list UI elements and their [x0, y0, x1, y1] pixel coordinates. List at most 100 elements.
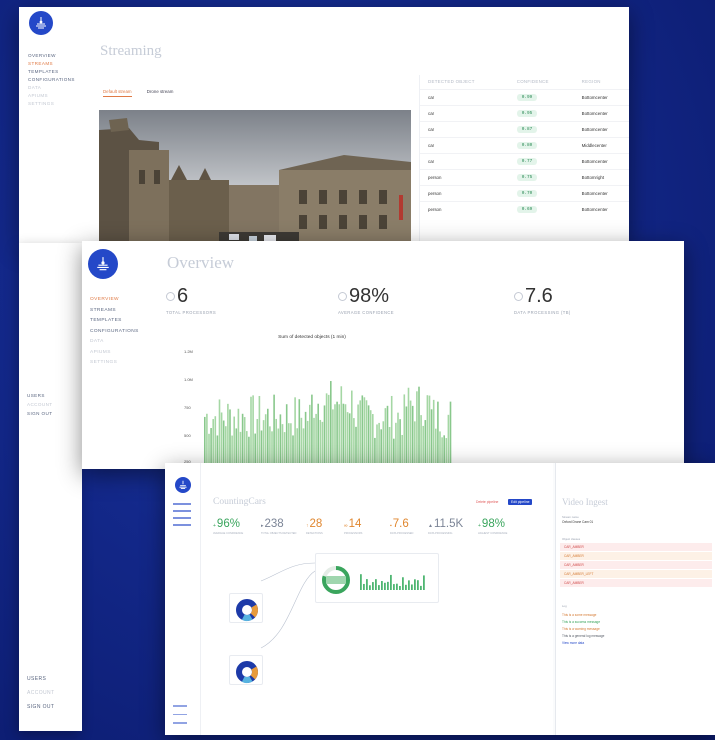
chart-bar	[212, 419, 214, 469]
log-entry: This is a success message	[562, 619, 601, 624]
donut-chart-icon	[236, 599, 258, 621]
confidence-cell: 0.70	[508, 185, 574, 202]
nav-item-overview[interactable]: Overview	[28, 52, 75, 60]
detections-table: Detected object Confidence Region car 0.9…	[420, 75, 629, 217]
chart-bar	[344, 404, 347, 469]
table-row[interactable]: person 0.75 Bottomright	[420, 169, 629, 186]
nav-item-data[interactable]: Data	[28, 84, 75, 92]
mini-bar	[411, 584, 413, 590]
table-row[interactable]: person 0.70 Bottomcenter	[420, 185, 629, 202]
tab-default-stream[interactable]: Default stream	[103, 89, 132, 97]
donut-node-card[interactable]	[229, 593, 263, 623]
nav-item-configurations[interactable]: Configurations	[90, 327, 139, 338]
region-cell: Bottomcenter	[573, 89, 629, 106]
object-class-list: CAR_AMBER CAR_AMBER CAR_AMBER CAR_AMBER_LEF…	[560, 543, 712, 588]
nav-item-configurations[interactable]: Configurations	[28, 76, 75, 84]
nav-item-sign-out[interactable]	[173, 722, 187, 724]
chart-bar	[384, 408, 387, 469]
table-row[interactable]: car 0.95 Bottomcenter	[420, 105, 629, 122]
tags-label: Object classes	[562, 537, 581, 541]
object-class-tag[interactable]: CAR_AMBER	[560, 561, 712, 569]
video-ingest-panel: Video Ingest Stream name Oxford Drone Ca…	[555, 463, 715, 735]
processor-icon	[166, 292, 175, 301]
nav-item[interactable]	[173, 517, 191, 519]
video-stream-frame[interactable]	[99, 110, 411, 243]
column-header[interactable]: Region	[574, 75, 629, 90]
chart-bar	[256, 419, 259, 469]
log-entry: This is a some message	[562, 612, 597, 617]
chart-bar	[323, 405, 326, 469]
nav-item-streams[interactable]: Streams	[28, 60, 75, 68]
chart-bar	[313, 417, 315, 469]
mini-bar	[372, 582, 374, 590]
tab-drone-stream[interactable]: Drone stream	[147, 89, 174, 96]
nav-item-settings[interactable]: Settings	[28, 100, 75, 108]
confidence-pill: 0.77	[516, 158, 538, 165]
overview-window: Overview Streams Templates Configuration…	[82, 241, 684, 469]
sidebar: Overview Streams Templates Configuration…	[82, 241, 154, 469]
mini-bar	[390, 574, 392, 590]
nav-item-users[interactable]: Users	[27, 391, 53, 400]
chart-bar	[430, 409, 433, 469]
table-row[interactable]: person 0.69 Bottomcenter	[420, 201, 629, 217]
object-cell: car	[420, 153, 509, 170]
nav-item-apiums[interactable]: Apiums	[28, 92, 75, 100]
chart-bar	[405, 406, 408, 469]
nav-item-account[interactable]	[173, 713, 187, 715]
chart-bar	[241, 413, 244, 469]
confidence-pill: 0.87	[516, 126, 538, 133]
sidebar	[165, 463, 219, 735]
chart-bar	[229, 409, 231, 469]
nav-item-account[interactable]: Account	[27, 686, 55, 700]
chart-bar	[325, 393, 328, 469]
nav-item-users[interactable]	[173, 705, 187, 707]
object-class-tag[interactable]: CAR_AMBER	[560, 543, 712, 551]
nav-item[interactable]	[173, 503, 191, 505]
nav-item[interactable]	[173, 510, 191, 512]
nav-item[interactable]	[173, 524, 191, 526]
app-logo[interactable]	[29, 11, 53, 35]
nav-item-sign-out[interactable]: Sign out	[27, 409, 53, 418]
nav-item-templates[interactable]: Templates	[28, 68, 75, 76]
nav-item-settings[interactable]: Settings	[90, 358, 139, 369]
object-class-tag[interactable]: CAR_AMBER	[560, 579, 712, 587]
table-row[interactable]: car 0.87 Bottomcenter	[420, 121, 629, 138]
mini-bar	[384, 582, 386, 590]
chart-bar	[411, 405, 414, 469]
chart-bar	[243, 417, 246, 469]
app-logo[interactable]	[175, 477, 191, 493]
table-row[interactable]: car 0.77 Bottomcenter	[420, 153, 629, 170]
region-cell: Bottomcenter	[573, 201, 629, 217]
page-title: Overview	[167, 253, 235, 272]
stream-name-field[interactable]: Oxford Drone Cam 01	[562, 520, 593, 524]
nav-item-sign-out[interactable]: Sign out	[27, 700, 55, 714]
chart-bar	[407, 387, 410, 469]
confidence-cell: 0.75	[508, 169, 574, 186]
chart-bar	[353, 418, 355, 469]
nav-item-data[interactable]: Data	[90, 337, 139, 348]
object-cell: car	[420, 137, 509, 154]
mini-bar	[387, 581, 389, 590]
mini-bar	[393, 584, 395, 590]
nav-item-apiums[interactable]: Apiums	[90, 348, 139, 359]
chart-bar	[351, 390, 353, 469]
object-class-tag[interactable]: CAR_AMBER	[560, 552, 712, 560]
table-row[interactable]: car 0.99 Bottomcenter	[420, 89, 629, 106]
nav-item-streams[interactable]: Streams	[90, 306, 139, 317]
chart-bar	[252, 395, 254, 469]
processor-node-card[interactable]	[315, 553, 439, 603]
donut-node-card[interactable]	[229, 655, 263, 685]
view-more-link[interactable]: View more data	[562, 639, 712, 646]
nav-item-account[interactable]: Account	[27, 400, 53, 409]
confidence-cell: 0.77	[508, 153, 574, 170]
column-header[interactable]: Confidence	[509, 75, 574, 90]
confidence-cell: 0.69	[508, 201, 574, 217]
nav-item-overview[interactable]: Overview	[90, 295, 139, 306]
column-header[interactable]: Detected object	[420, 75, 509, 90]
confidence-pill: 0.80	[516, 142, 538, 149]
nav-item-users[interactable]: Users	[27, 672, 55, 686]
nav-item-templates[interactable]: Templates	[90, 316, 139, 327]
app-logo[interactable]	[88, 249, 118, 279]
table-row[interactable]: car 0.80 Middlecenter	[420, 137, 629, 154]
object-class-tag[interactable]: CAR_AMBER_LEFT	[560, 570, 712, 578]
